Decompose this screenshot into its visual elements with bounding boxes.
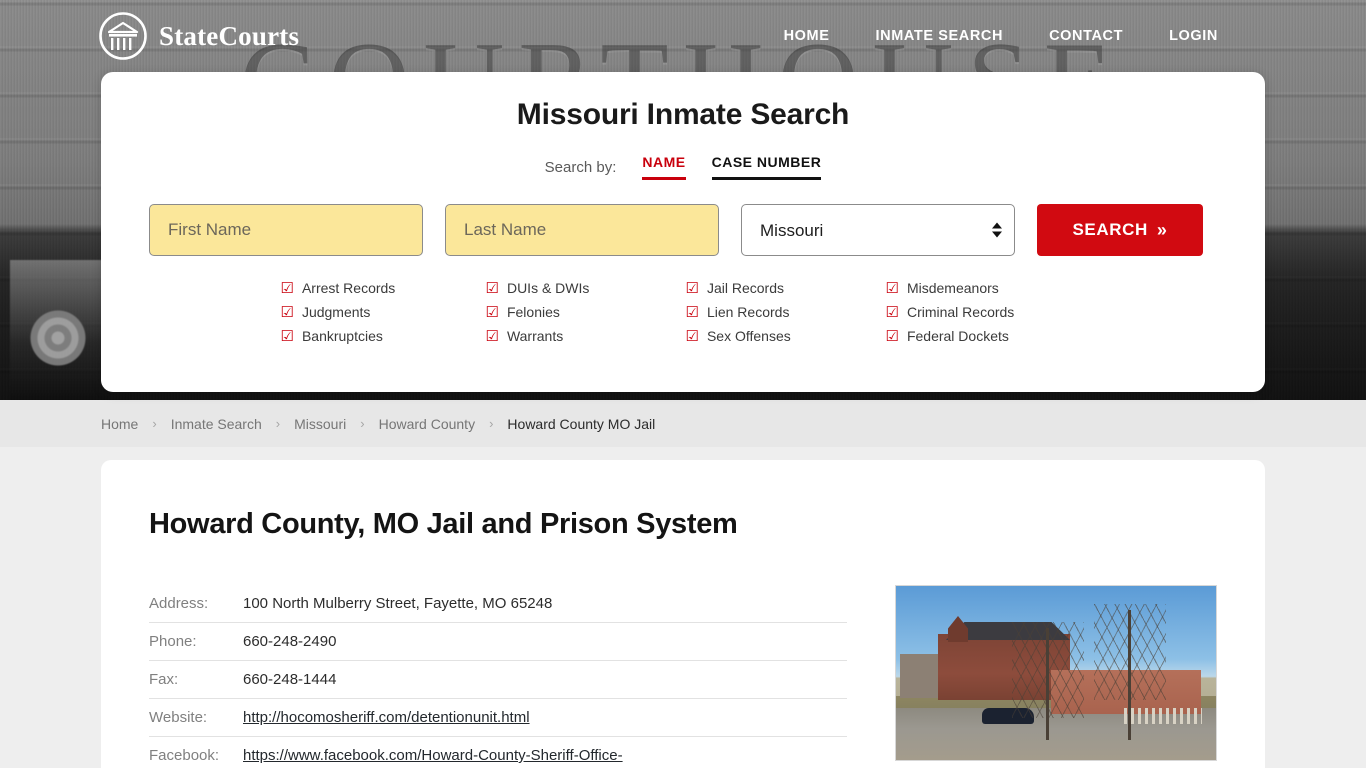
record-type-label: Misdemeanors — [906, 280, 999, 296]
page-title: Howard County, MO Jail and Prison System — [149, 508, 738, 540]
row-label: Website: — [149, 709, 208, 726]
checked-box-icon: ☑ — [485, 327, 499, 345]
record-type-label: Arrest Records — [301, 280, 396, 296]
facility-info-table: Address: 100 North Mulberry Street, Faye… — [149, 585, 847, 768]
search-by-label: Search by: — [544, 158, 617, 176]
search-by-tabs: Search by: NAME CASE NUMBER — [149, 154, 1217, 180]
facility-detail-card: Howard County, MO Jail and Prison System… — [101, 460, 1265, 768]
table-row: Website: http://hocomosheriff.com/detent… — [149, 699, 847, 737]
main-nav: HOME INMATE SEARCH CONTACT LOGIN — [784, 28, 1218, 44]
record-type-list: ☑ Arrest Records ☑ DUIs & DWIs ☑ Jail Recor… — [149, 280, 1217, 344]
record-type-item[interactable]: ☑ Criminal Records — [886, 304, 1086, 320]
table-row: Fax: 660-248-1444 — [149, 661, 847, 699]
facebook-link[interactable]: https://www.facebook.com/Howard-County-S… — [243, 747, 623, 764]
row-value: 100 North Mulberry Street, Fayette, MO 6… — [243, 595, 553, 612]
breadcrumb: Home › Inmate Search › Missouri › Howard… — [0, 400, 1366, 447]
checked-box-icon: ☑ — [885, 327, 899, 345]
search-button[interactable]: SEARCH » — [1037, 204, 1203, 256]
photo-fence — [1124, 708, 1202, 724]
first-name-input[interactable] — [149, 204, 423, 256]
nav-item-login[interactable]: LOGIN — [1169, 28, 1218, 44]
checked-box-icon: ☑ — [885, 279, 899, 297]
row-label: Facebook: — [149, 747, 220, 764]
record-type-item[interactable]: ☑ Lien Records — [686, 304, 886, 320]
checked-box-icon: ☑ — [685, 327, 699, 345]
website-link[interactable]: http://hocomosheriff.com/detentionunit.h… — [243, 709, 530, 726]
search-form: Missouri SEARCH » — [149, 204, 1217, 256]
record-type-item[interactable]: ☑ Sex Offenses — [686, 328, 886, 344]
last-name-input[interactable] — [445, 204, 719, 256]
record-type-item[interactable]: ☑ Judgments — [281, 304, 486, 320]
chevron-right-icon: › — [152, 416, 157, 431]
facility-body: Address: 100 North Mulberry Street, Faye… — [149, 585, 1217, 768]
row-label: Fax: — [149, 671, 179, 688]
record-type-label: Lien Records — [706, 304, 790, 320]
record-type-label: Jail Records — [706, 280, 784, 296]
nav-item-home[interactable]: HOME — [784, 28, 830, 44]
record-type-label: Warrants — [506, 328, 564, 344]
breadcrumb-item-howard-county[interactable]: Howard County — [379, 416, 476, 432]
nav-item-contact[interactable]: CONTACT — [1049, 28, 1123, 44]
breadcrumb-item-missouri[interactable]: Missouri — [294, 416, 346, 432]
breadcrumb-item-home[interactable]: Home — [101, 416, 138, 432]
breadcrumb-item-inmate-search[interactable]: Inmate Search — [171, 416, 262, 432]
chevron-right-icon: › — [275, 416, 281, 431]
record-type-label: Bankruptcies — [301, 328, 383, 344]
nav-item-inmate-search[interactable]: INMATE SEARCH — [876, 28, 1004, 44]
search-card-title: Missouri Inmate Search — [516, 98, 850, 131]
photo-tower — [948, 616, 968, 642]
record-type-item[interactable]: ☑ Warrants — [486, 328, 686, 344]
row-value: 660-248-2490 — [243, 633, 337, 650]
top-navigation-bar: StateCourts HOME INMATE SEARCH CONTACT L… — [0, 0, 1366, 72]
record-type-item[interactable]: ☑ Felonies — [486, 304, 686, 320]
inmate-search-card: Missouri Inmate Search Search by: NAME C… — [101, 72, 1265, 392]
table-row: Phone: 660-248-2490 — [149, 623, 847, 661]
record-type-label: Sex Offenses — [706, 328, 791, 344]
search-button-label: SEARCH — [1072, 220, 1148, 239]
state-select[interactable]: Missouri — [741, 204, 1015, 256]
row-value: http://hocomosheriff.com/detentionunit.h… — [243, 699, 847, 737]
chevron-right-icon: › — [360, 416, 365, 431]
record-type-label: Criminal Records — [906, 304, 1015, 320]
photo-tree — [1094, 604, 1166, 740]
checked-box-icon: ☑ — [280, 279, 294, 297]
record-type-label: DUIs & DWIs — [506, 280, 590, 296]
facility-photo — [895, 585, 1217, 761]
checked-box-icon: ☑ — [885, 303, 899, 321]
tab-search-by-name[interactable]: NAME — [642, 154, 686, 180]
table-row: Address: 100 North Mulberry Street, Faye… — [149, 585, 847, 623]
checked-box-icon: ☑ — [280, 327, 294, 345]
checked-box-icon: ☑ — [485, 303, 499, 321]
row-value: 660-248-1444 — [243, 671, 337, 688]
chevron-right-icon: › — [489, 416, 494, 431]
checked-box-icon: ☑ — [280, 303, 294, 321]
record-type-item[interactable]: ☑ Federal Dockets — [886, 328, 1086, 344]
record-type-item[interactable]: ☑ Misdemeanors — [886, 280, 1086, 296]
row-label: Address: — [149, 595, 209, 612]
breadcrumb-item-current: Howard County MO Jail — [507, 415, 656, 432]
row-value: https://www.facebook.com/Howard-County-S… — [243, 737, 847, 768]
brand-logo[interactable]: StateCourts — [98, 11, 299, 61]
record-type-item[interactable]: ☑ Jail Records — [686, 280, 886, 296]
record-type-item[interactable]: ☑ Bankruptcies — [281, 328, 486, 344]
photo-side-building — [900, 654, 940, 698]
record-type-item[interactable]: ☑ Arrest Records — [281, 280, 486, 296]
state-select-wrapper: Missouri — [741, 204, 1015, 256]
table-row: Facebook: https://www.facebook.com/Howar… — [149, 737, 847, 768]
checked-box-icon: ☑ — [685, 303, 699, 321]
record-type-label: Felonies — [506, 304, 560, 320]
brand-name: StateCourts — [159, 20, 300, 51]
row-label: Phone: — [149, 633, 197, 650]
double-chevron-right-icon: » — [1156, 219, 1168, 240]
photo-tree — [1012, 622, 1084, 740]
record-type-label: Judgments — [301, 304, 371, 320]
checked-box-icon: ☑ — [685, 279, 699, 297]
record-type-item[interactable]: ☑ DUIs & DWIs — [486, 280, 686, 296]
record-type-label: Federal Dockets — [906, 328, 1009, 344]
courthouse-circle-icon — [99, 12, 147, 60]
checked-box-icon: ☑ — [485, 279, 499, 297]
tab-search-by-case-number[interactable]: CASE NUMBER — [711, 154, 822, 180]
